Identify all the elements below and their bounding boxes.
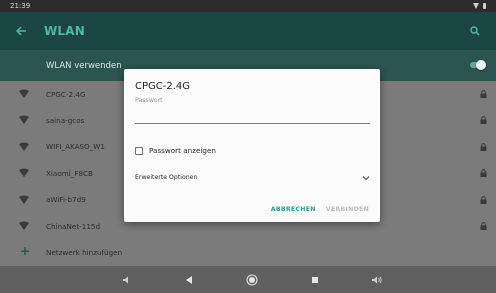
chevron-down-icon bbox=[362, 175, 370, 180]
wifi-signal-icon bbox=[19, 142, 29, 151]
status-bar: 21:39 bbox=[0, 0, 496, 12]
back-arrow-icon[interactable] bbox=[12, 22, 30, 40]
lock-icon bbox=[480, 169, 487, 178]
page-title: WLAN bbox=[44, 24, 86, 38]
lock-icon bbox=[480, 195, 487, 204]
recents-square-icon[interactable] bbox=[309, 274, 321, 286]
network-ssid: WIFI_AKASO_W1 bbox=[46, 142, 105, 152]
lock-icon bbox=[480, 90, 487, 98]
status-icons bbox=[473, 3, 486, 9]
home-circle-icon[interactable] bbox=[246, 274, 258, 286]
status-time: 21:39 bbox=[10, 2, 31, 10]
wifi-signal-icon bbox=[19, 168, 29, 178]
volume-down-icon[interactable] bbox=[121, 274, 133, 286]
cancel-button[interactable]: ABBRECHEN bbox=[271, 206, 316, 213]
app-bar: WLAN bbox=[0, 12, 496, 50]
password-field[interactable] bbox=[135, 111, 370, 124]
wifi-signal-icon bbox=[19, 115, 29, 125]
dialog-title: CPGC-2.4G bbox=[135, 81, 191, 92]
wlan-toggle-label: WLAN verwenden bbox=[46, 60, 122, 71]
screen: 21:39 WLAN WLAN verwenden CPGC-2.4G sain… bbox=[0, 0, 496, 293]
wifi-status-icon bbox=[473, 3, 480, 9]
search-icon[interactable] bbox=[466, 22, 484, 40]
lock-icon bbox=[480, 222, 487, 230]
wifi-password-dialog: CPGC-2.4G Passwort Passwort anzeigen Erw… bbox=[124, 69, 380, 222]
wlan-switch[interactable] bbox=[468, 60, 486, 70]
dialog-actions: ABBRECHEN VERBINDEN bbox=[271, 206, 369, 213]
network-ssid: CPGC-2.4G bbox=[46, 89, 86, 99]
add-network-item[interactable]: + Netzwerk hinzufügen bbox=[0, 239, 496, 265]
show-password-row[interactable]: Passwort anzeigen bbox=[135, 146, 216, 155]
back-triangle-icon[interactable] bbox=[183, 274, 195, 286]
password-label: Passwort bbox=[135, 97, 163, 104]
advanced-options-row[interactable]: Erweiterte Optionen bbox=[135, 174, 370, 181]
show-password-label: Passwort anzeigen bbox=[149, 146, 216, 155]
advanced-options-label: Erweiterte Optionen bbox=[135, 174, 198, 181]
volume-up-icon[interactable] bbox=[371, 274, 383, 286]
switch-knob bbox=[476, 60, 486, 70]
lock-icon bbox=[480, 116, 487, 125]
show-password-checkbox[interactable] bbox=[135, 146, 143, 155]
battery-icon bbox=[483, 3, 486, 9]
wifi-signal-icon bbox=[19, 221, 29, 230]
network-ssid: saina-gcos bbox=[46, 116, 85, 126]
plus-icon: + bbox=[20, 244, 31, 259]
network-ssid: ChinaNet-115d bbox=[46, 221, 101, 231]
navigation-bar bbox=[0, 266, 496, 293]
network-ssid: Xiaomi_F8CB bbox=[46, 168, 93, 178]
network-ssid: aWiFi-b7d9 bbox=[46, 195, 86, 205]
lock-icon bbox=[480, 142, 487, 151]
add-network-label: Netzwerk hinzufügen bbox=[46, 248, 123, 258]
wifi-signal-icon bbox=[19, 89, 29, 98]
connect-button[interactable]: VERBINDEN bbox=[326, 206, 369, 213]
wifi-signal-icon bbox=[19, 195, 29, 204]
